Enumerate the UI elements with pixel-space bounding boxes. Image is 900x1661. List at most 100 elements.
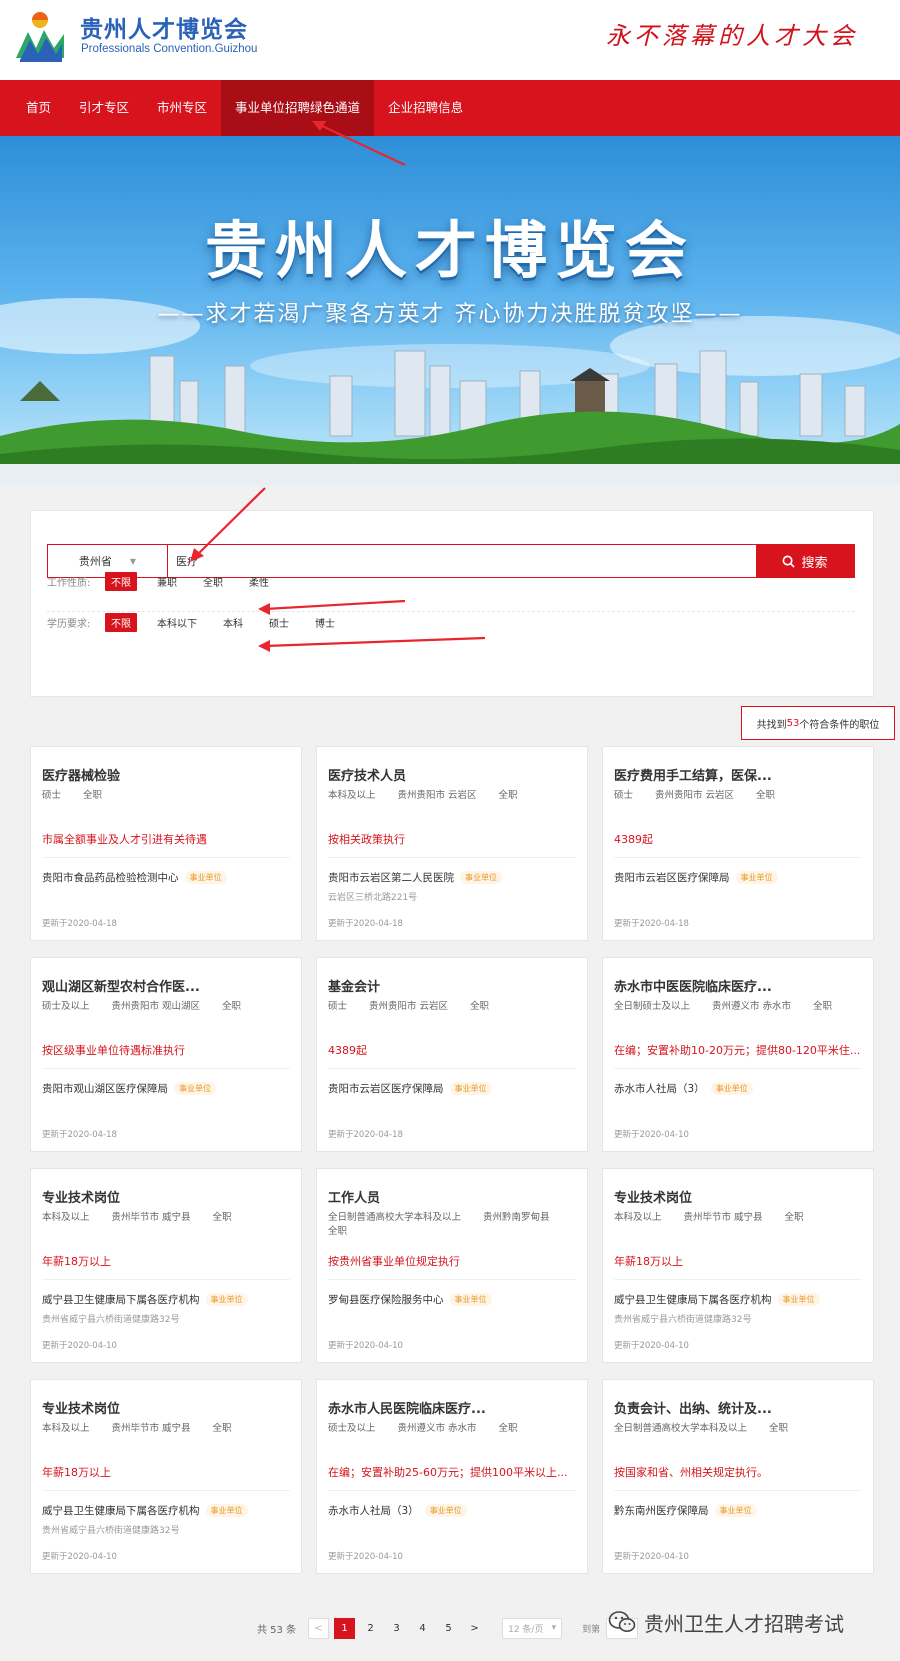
site-title[interactable]: 贵州人才博览会 xyxy=(80,10,248,44)
job-card-badge: 事业单位 xyxy=(174,1082,216,1095)
chip-edu-below-bachelor[interactable]: 本科以下 xyxy=(151,613,203,632)
job-card-meta-item: 全职 xyxy=(212,1423,232,1434)
job-card-divider xyxy=(614,1279,862,1280)
search-button-label: 搜索 xyxy=(801,555,828,571)
chip-edu-doctor[interactable]: 博士 xyxy=(309,613,341,632)
job-card[interactable]: 医疗费用手工结算，医保... 硕士 贵州贵阳市 云岩区 全职 4389起 贵阳市云岩区医疗… xyxy=(602,746,874,941)
job-card-org-name[interactable]: 赤水市人社局（3） xyxy=(614,1083,705,1095)
job-card-salary: 4389起 xyxy=(614,833,653,846)
job-card-org: 赤水市人社局（3） 事业单位 xyxy=(328,1503,582,1518)
chip-work-flexible[interactable]: 柔性 xyxy=(243,572,275,591)
job-card-badge: 事业单位 xyxy=(710,1082,753,1095)
result-count-number: 53 xyxy=(786,717,800,729)
job-card-meta-item: 贵州贵阳市 观山湖区 xyxy=(111,1001,201,1012)
job-card[interactable]: 赤水市人民医院临床医疗... 硕士及以上 贵州遵义市 赤水市 全职 在编；安置补助25-… xyxy=(316,1379,588,1574)
logo-icon[interactable] xyxy=(14,8,66,64)
job-card-date: 更新于2020-04-18 xyxy=(42,1130,117,1140)
chip-work-any[interactable]: 不限 xyxy=(105,571,137,591)
job-card-salary: 按贵州省事业单位规定执行 xyxy=(328,1255,460,1268)
pagination-prev-button[interactable]: < xyxy=(308,1617,330,1639)
job-card[interactable]: 负责会计、出纳、统计及... 全日制普通高校大学本科及以上 全职 按国家和省、州相关规… xyxy=(602,1379,874,1574)
job-card-title[interactable]: 负责会计、出纳、统计及... xyxy=(614,1398,864,1417)
chip-edu-any[interactable]: 不限 xyxy=(105,612,137,632)
job-card[interactable]: 专业技术岗位 本科及以上 贵州毕节市 威宁县 全职 年薪18万以上 威宁县卫生健康局下属各… xyxy=(30,1379,302,1574)
job-card-title[interactable]: 观山湖区新型农村合作医... xyxy=(42,976,292,995)
job-card-address: 贵州省威宁县六桥街道健康路32号 xyxy=(614,1315,752,1325)
job-card-meta: 全日制普通高校大学本科及以上 全职 xyxy=(614,1422,864,1436)
chip-edu-bachelor[interactable]: 本科 xyxy=(217,613,249,632)
job-card-org-name[interactable]: 贵阳市食品药品检验检测中心 xyxy=(42,872,179,884)
job-card-org-name[interactable]: 威宁县卫生健康局下属各医疗机构 xyxy=(614,1294,772,1306)
page-size-select[interactable]: 12 条/页 ▾ xyxy=(502,1617,563,1639)
job-card-meta-item: 贵州遵义市 赤水市 xyxy=(397,1423,477,1434)
job-card-org-name[interactable]: 威宁县卫生健康局下属各医疗机构 xyxy=(42,1505,200,1517)
nav-item-talent-zone[interactable]: 引才专区 xyxy=(65,80,143,136)
job-card-title[interactable]: 赤水市人民医院临床医疗... xyxy=(328,1398,578,1417)
job-card[interactable]: 专业技术岗位 本科及以上 贵州毕节市 威宁县 全职 年薪18万以上 威宁县卫生健康局下属各… xyxy=(602,1168,874,1363)
job-card-divider xyxy=(42,1490,290,1491)
job-card-badge: 事业单位 xyxy=(449,1293,492,1306)
chip-edu-master[interactable]: 硕士 xyxy=(263,613,295,632)
pagination-page-2[interactable]: 2 xyxy=(360,1618,381,1639)
job-card-divider xyxy=(614,857,862,858)
job-card-salary: 年薪18万以上 xyxy=(42,1255,111,1268)
job-card-meta-item: 全职 xyxy=(498,1423,518,1434)
banner-title: 贵州人才博览会 xyxy=(204,214,695,287)
job-card-org-name[interactable]: 罗甸县医疗保险服务中心 xyxy=(328,1294,444,1306)
job-card-org-name[interactable]: 贵阳市云岩区医疗保障局 xyxy=(614,872,730,884)
job-card-date: 更新于2020-04-18 xyxy=(328,1130,403,1140)
job-card-meta-item: 贵州贵阳市 云岩区 xyxy=(655,790,735,801)
job-card[interactable]: 医疗器械检验 硕士 全职 市属全额事业及人才引进有关待遇 贵阳市食品药品检验检测中心 事业… xyxy=(30,746,302,941)
job-card-org: 贵阳市云岩区医疗保障局 事业单位 xyxy=(328,1081,582,1096)
page-size-value: 12 条/页 xyxy=(508,1624,544,1635)
pagination-next-button[interactable]: > xyxy=(464,1618,485,1639)
search-button[interactable]: 搜索 xyxy=(756,545,854,577)
job-card-address: 云岩区三桥北路221号 xyxy=(328,893,418,903)
job-card[interactable]: 赤水市中医医院临床医疗... 全日制硕士及以上 贵州遵义市 赤水市 全职 在编；安置补助… xyxy=(602,957,874,1152)
nav-item-home[interactable]: 首页 xyxy=(12,80,65,136)
pagination-page-3[interactable]: 3 xyxy=(386,1618,407,1639)
job-card-title[interactable]: 专业技术岗位 xyxy=(614,1187,864,1206)
job-card-org-name[interactable]: 贵阳市云岩区第二人民医院 xyxy=(328,872,454,884)
job-card[interactable]: 专业技术岗位 本科及以上 贵州毕节市 威宁县 全职 年薪18万以上 威宁县卫生健康局下属各… xyxy=(30,1168,302,1363)
job-card[interactable]: 医疗技术人员 本科及以上 贵州贵阳市 云岩区 全职 按相关政策执行 贵阳市云岩区第二人民医… xyxy=(316,746,588,941)
pagination-page-5[interactable]: 5 xyxy=(438,1618,459,1639)
job-card-salary: 按国家和省、州相关规定执行。 xyxy=(614,1466,768,1479)
job-card-meta-item: 全职 xyxy=(756,790,776,801)
job-card-title[interactable]: 医疗器械检验 xyxy=(42,765,292,784)
job-card-date: 更新于2020-04-10 xyxy=(614,1341,689,1351)
pagination-page-1[interactable]: 1 xyxy=(334,1617,356,1639)
filter-work-type-label: 工作性质: xyxy=(47,577,91,589)
job-card-title[interactable]: 基金会计 xyxy=(328,976,578,995)
nav-item-enterprise-jobs[interactable]: 企业招聘信息 xyxy=(374,80,477,136)
job-card-org-name[interactable]: 贵阳市云岩区医疗保障局 xyxy=(328,1083,444,1095)
job-card-org-name[interactable]: 贵阳市观山湖区医疗保障局 xyxy=(42,1083,168,1095)
job-card[interactable]: 观山湖区新型农村合作医... 硕士及以上 贵州贵阳市 观山湖区 全职 按区级事业单位待遇… xyxy=(30,957,302,1152)
job-card[interactable]: 工作人员 全日制普通高校大学本科及以上 贵州黔南罗甸县全职 按贵州省事业单位规定执行罗… xyxy=(316,1168,588,1363)
job-card-title[interactable]: 专业技术岗位 xyxy=(42,1187,292,1206)
job-card-salary: 4389起 xyxy=(328,1044,367,1057)
job-card[interactable]: 基金会计硕士 贵州贵阳市 云岩区 全职 4389起贵阳市云岩区医疗保障局 事业单位更新于… xyxy=(316,957,588,1152)
job-card-salary: 按区级事业单位待遇标准执行 xyxy=(42,1044,185,1057)
job-card-title[interactable]: 医疗技术人员 xyxy=(328,765,578,784)
nav-item-public-institution[interactable]: 事业单位招聘绿色通道 xyxy=(221,80,375,136)
chip-work-full-time[interactable]: 全职 xyxy=(197,572,229,591)
hero-banner: 贵州人才博览会 ——求才若渴广聚各方英才 齐心协力决胜脱贫攻坚—— xyxy=(0,136,900,485)
job-card-title[interactable]: 医疗费用手工结算，医保... xyxy=(614,765,864,784)
job-card-meta-item: 硕士及以上 xyxy=(328,1423,376,1434)
chip-work-part-time[interactable]: 兼职 xyxy=(151,572,183,591)
pagination-page-4[interactable]: 4 xyxy=(412,1618,433,1639)
job-card-title[interactable]: 专业技术岗位 xyxy=(42,1398,292,1417)
job-card-org: 贵阳市云岩区第二人民医院 事业单位 xyxy=(328,870,582,885)
job-card-org-name[interactable]: 黔东南州医疗保障局 xyxy=(614,1505,709,1517)
job-card-org-name[interactable]: 赤水市人社局（3） xyxy=(328,1505,419,1517)
job-card-title[interactable]: 赤水市中医医院临床医疗... xyxy=(614,976,864,995)
job-card-title[interactable]: 工作人员 xyxy=(328,1187,578,1206)
job-card-org: 威宁县卫生健康局下属各医疗机构 事业单位 xyxy=(42,1292,296,1307)
job-card-org: 贵阳市观山湖区医疗保障局 事业单位 xyxy=(42,1081,296,1096)
job-card-meta: 硕士 贵州贵阳市 云岩区 全职 xyxy=(328,1000,578,1014)
job-card-org-name[interactable]: 威宁县卫生健康局下属各医疗机构 xyxy=(42,1294,200,1306)
wechat-watermark: 贵州卫生人才招聘考试 xyxy=(608,1604,844,1640)
nav-item-city-zone[interactable]: 市州专区 xyxy=(143,80,221,136)
job-card-meta: 硕士及以上 贵州贵阳市 观山湖区 全职 xyxy=(42,1000,292,1014)
